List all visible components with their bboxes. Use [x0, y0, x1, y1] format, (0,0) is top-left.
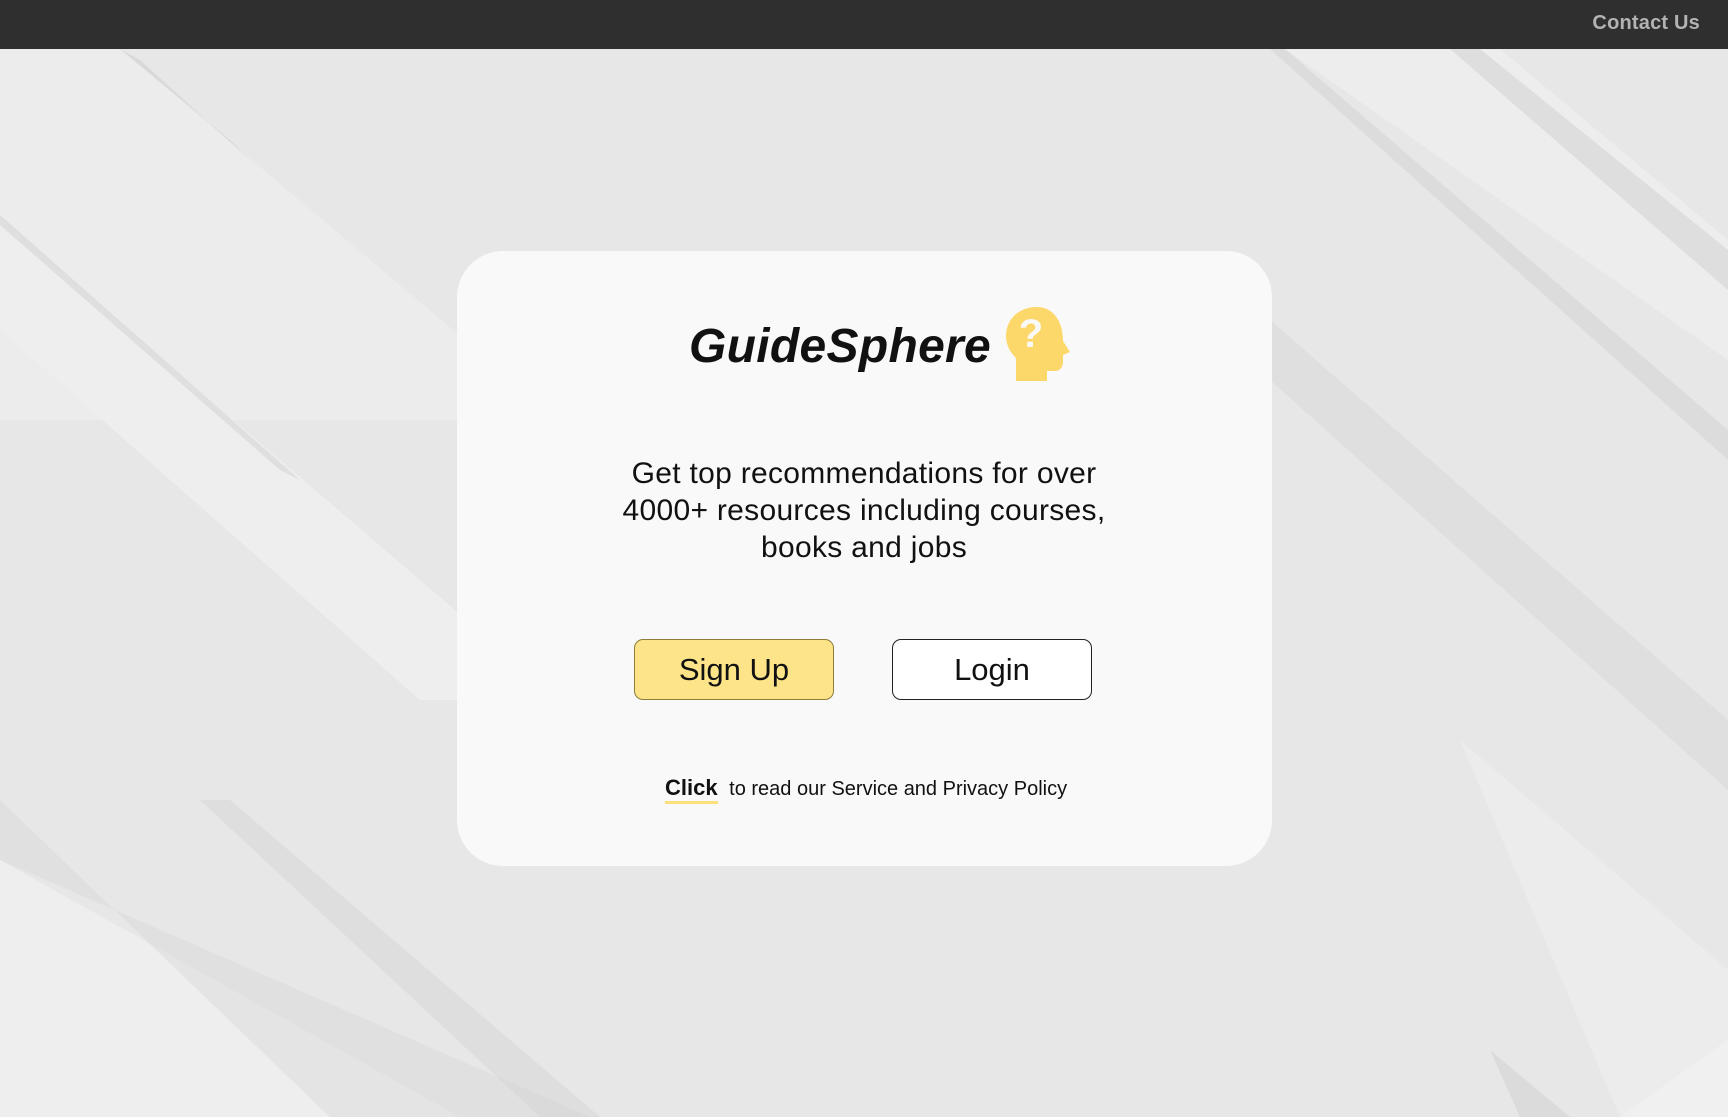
- policy-text: to read our Service and Privacy Policy: [729, 778, 1068, 800]
- brand-name: GuideSphere: [689, 320, 992, 373]
- sign-up-button[interactable]: Sign Up: [634, 639, 834, 700]
- tagline: Get top recommendations for over 4000+ r…: [622, 457, 1106, 564]
- policy-link[interactable]: Click: [665, 775, 718, 804]
- policy-notice: Click to read our Service and Privacy Po…: [665, 775, 1085, 804]
- svg-text:?: ?: [1019, 312, 1043, 356]
- head-question-icon: ?: [1006, 307, 1070, 381]
- brand-header: GuideSphere ?: [457, 303, 1272, 393]
- login-button[interactable]: Login: [892, 639, 1092, 700]
- welcome-card: GuideSphere ? Get top recommendations fo…: [457, 251, 1272, 866]
- top-navigation-bar: Contact Us: [0, 0, 1728, 49]
- contact-us-link[interactable]: Contact Us: [1592, 12, 1700, 35]
